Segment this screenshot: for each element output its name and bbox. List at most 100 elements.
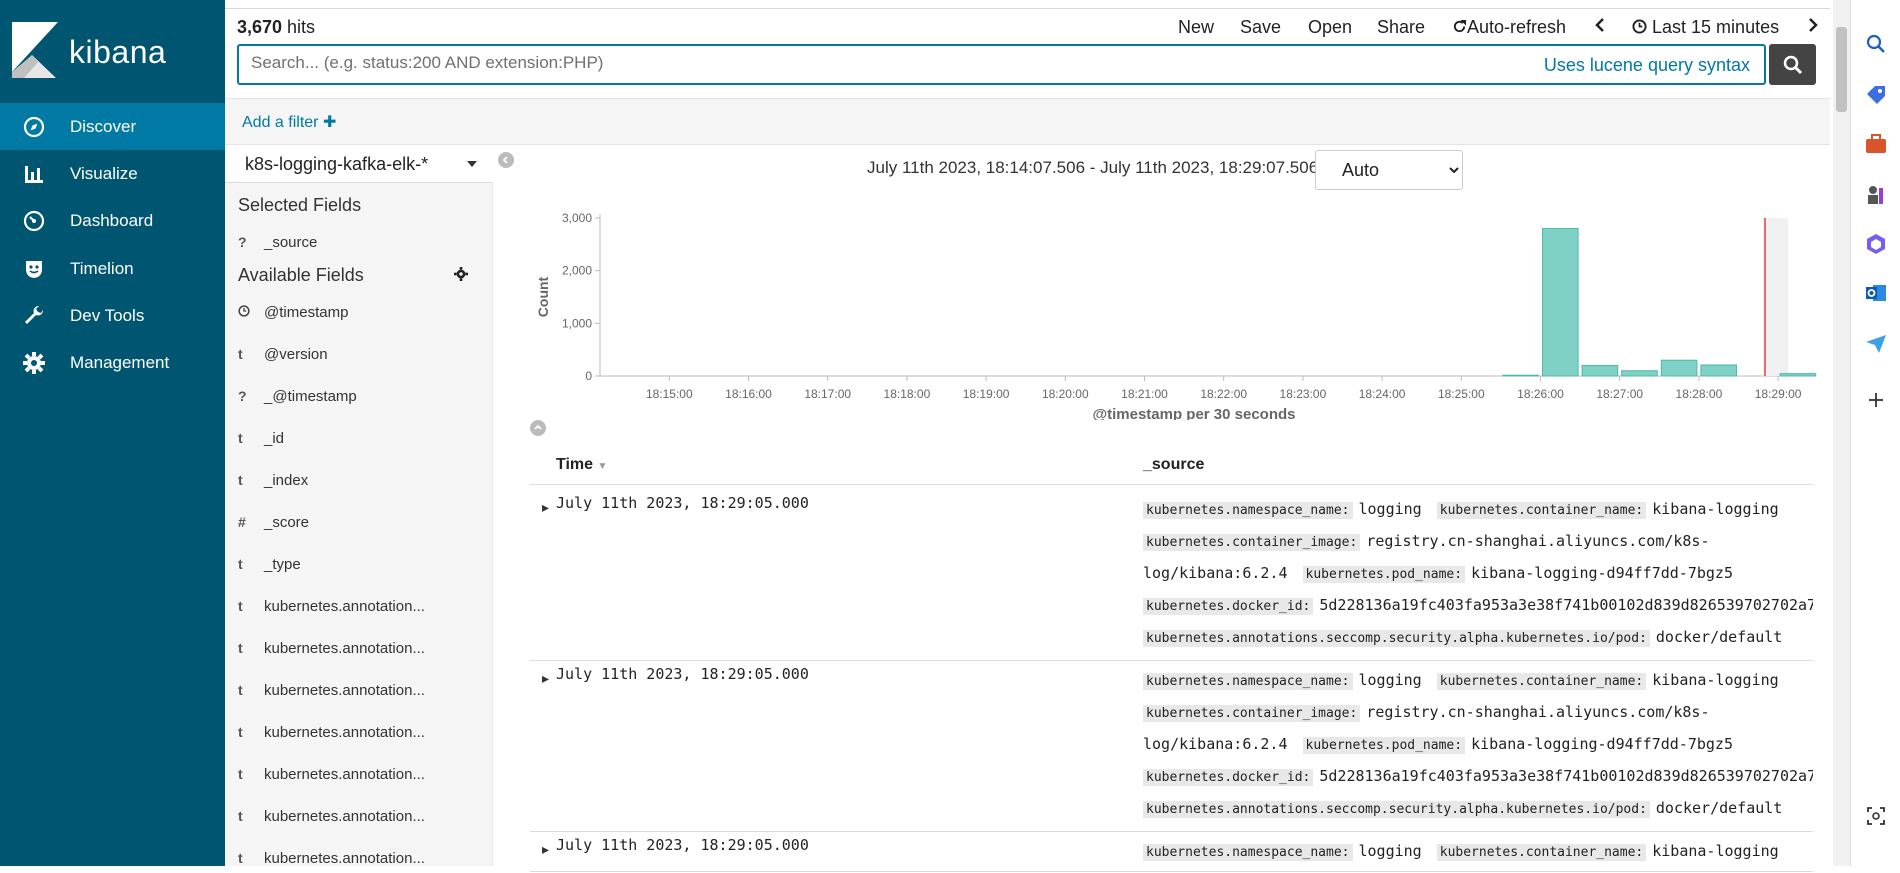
browser-sidebar — [1850, 0, 1900, 866]
plus-icon[interactable] — [1863, 387, 1889, 413]
copilot-icon[interactable] — [1863, 231, 1889, 257]
out-of-range-area — [1763, 218, 1788, 376]
nav-item-management[interactable]: Management — [0, 339, 225, 386]
index-pattern-label: k8s-logging-kafka-elk-* — [245, 154, 429, 174]
field-type-icon: ? — [238, 234, 247, 250]
chevron-left-icon — [1595, 18, 1604, 32]
scrollbar-thumb[interactable] — [1836, 27, 1847, 112]
source-field-key: kubernetes.docker_id: — [1143, 598, 1314, 615]
source-field-key: kubernetes.namespace_name: — [1143, 844, 1353, 861]
field-type-icon: t — [238, 430, 243, 446]
field-item[interactable]: ? _source — [238, 227, 478, 257]
nav-item-timelion[interactable]: Timelion — [0, 245, 225, 292]
page-scrollbar[interactable] — [1833, 0, 1850, 866]
field-item[interactable]: t kubernetes.annotation... — [238, 717, 478, 747]
collapse-chart-button[interactable] — [530, 420, 546, 436]
search-icon[interactable] — [1863, 31, 1889, 57]
field-settings-gear-icon[interactable] — [454, 267, 468, 286]
y-tick-label: 0 — [585, 369, 592, 383]
search-input[interactable] — [251, 53, 1251, 73]
x-tick-label: 18:27:00 — [1596, 387, 1643, 401]
nav-item-label: Dashboard — [70, 210, 154, 230]
index-pattern-select[interactable]: k8s-logging-kafka-elk-* — [225, 145, 493, 183]
histogram-bar — [1621, 370, 1658, 377]
field-item[interactable]: t @version — [238, 339, 478, 369]
nav-item-dev-tools[interactable]: Dev Tools — [0, 292, 225, 339]
time-back-button[interactable] — [1594, 17, 1606, 38]
field-item[interactable]: t kubernetes.annotation... — [238, 801, 478, 831]
nav-item-dashboard[interactable]: Dashboard — [0, 197, 225, 244]
lucene-syntax-link[interactable]: Uses lucene query syntax — [1544, 55, 1750, 76]
source-field-key: kubernetes.container_image: — [1143, 534, 1361, 551]
interval-select[interactable]: Auto — [1315, 150, 1463, 190]
row-source: kubernetes.namespace_name: logging kubern… — [1143, 494, 1813, 660]
source-field-value: kibana-logging — [1652, 500, 1779, 518]
field-item[interactable]: t kubernetes.annotation... — [238, 843, 478, 873]
outlook-icon[interactable] — [1863, 280, 1889, 306]
discover-main: 3,670 hits New Save Open Share Auto-refr… — [225, 0, 1830, 872]
field-item[interactable]: t _type — [238, 549, 478, 579]
field-item[interactable]: t kubernetes.annotation... — [238, 675, 478, 705]
plus-icon: ✚ — [322, 114, 337, 131]
source-field-value: docker/default — [1655, 628, 1783, 646]
time-column-header[interactable]: Time ▼ — [556, 456, 607, 474]
field-type-icon: t — [238, 850, 243, 866]
field-name: _id — [264, 429, 285, 447]
search-button[interactable] — [1769, 44, 1816, 85]
source-field-key: kubernetes.container_name: — [1436, 502, 1647, 519]
time-forward-button[interactable] — [1807, 17, 1819, 38]
field-type-icon: t — [238, 724, 243, 740]
save-button[interactable]: Save — [1240, 17, 1281, 38]
time-picker-button[interactable]: Last 15 minutes — [1632, 17, 1779, 38]
add-filter-button[interactable]: Add a filter ✚ — [242, 112, 336, 132]
expand-row-caret-icon[interactable]: ▸ — [542, 670, 549, 687]
bar-chart-icon — [22, 162, 46, 186]
field-item[interactable]: t kubernetes.annotation... — [238, 591, 478, 621]
field-item[interactable]: # _score — [238, 507, 478, 537]
chevron-right-icon — [1809, 18, 1818, 32]
share-button[interactable]: Share — [1377, 17, 1425, 38]
source-field-value: 5d228136a19fc403fa953a3e38f741b00102d839… — [1319, 596, 1813, 614]
x-tick-label: 18:17:00 — [804, 387, 851, 401]
source-field-key: kubernetes.namespace_name: — [1143, 673, 1353, 690]
field-name: _type — [264, 555, 301, 573]
screenshot-icon[interactable] — [1863, 803, 1889, 829]
y-tick-label: 1,000 — [562, 316, 592, 330]
new-button[interactable]: New — [1178, 17, 1214, 38]
field-item[interactable]: t kubernetes.annotation... — [238, 633, 478, 663]
source-field-value: logging — [1358, 842, 1422, 860]
field-item[interactable]: @timestamp — [238, 297, 478, 327]
open-button[interactable]: Open — [1308, 17, 1352, 38]
top-bar: 3,670 hits New Save Open Share Auto-refr… — [225, 8, 1830, 44]
x-tick-label: 18:23:00 — [1280, 387, 1327, 401]
kibana-logo[interactable] — [12, 22, 58, 78]
histogram-bar — [1502, 374, 1540, 377]
expand-row-caret-icon[interactable]: ▸ — [542, 499, 549, 516]
hits-count: 3,670 hits — [237, 17, 316, 37]
nav-item-visualize[interactable]: Visualize — [0, 150, 225, 197]
x-axis-label: @timestamp per 30 seconds — [1092, 406, 1295, 420]
expand-row-caret-icon[interactable]: ▸ — [542, 841, 549, 858]
auto-refresh-button[interactable]: Auto-refresh — [1452, 17, 1566, 38]
field-name: @version — [264, 345, 328, 363]
wrench-icon — [22, 304, 46, 328]
table-row: ▸ July 11th 2023, 18:29:05.000 kubernetes.… — [530, 832, 1813, 872]
briefcase-icon[interactable] — [1863, 131, 1889, 157]
field-item[interactable]: ? _@timestamp — [238, 381, 478, 411]
tag-icon[interactable] — [1863, 82, 1889, 108]
field-item[interactable]: t _id — [238, 423, 478, 453]
field-sidebar: k8s-logging-kafka-elk-* Selected Fields … — [225, 145, 493, 867]
nav-item-discover[interactable]: Discover — [0, 103, 225, 150]
kibana-logo-text: kibana — [69, 34, 167, 70]
histogram-bar — [1542, 228, 1579, 377]
x-tick-label: 18:22:00 — [1200, 387, 1247, 401]
x-tick-label: 18:21:00 — [1121, 387, 1168, 401]
chess-icon[interactable] — [1863, 182, 1889, 208]
x-tick-label: 18:16:00 — [725, 387, 772, 401]
field-item[interactable]: t _index — [238, 465, 478, 495]
source-field-value: logging — [1358, 671, 1422, 689]
field-item[interactable]: t kubernetes.annotation... — [238, 759, 478, 789]
send-icon[interactable] — [1863, 331, 1889, 357]
collapse-sidebar-button[interactable] — [498, 152, 514, 168]
field-name: kubernetes.annotation... — [264, 681, 425, 699]
